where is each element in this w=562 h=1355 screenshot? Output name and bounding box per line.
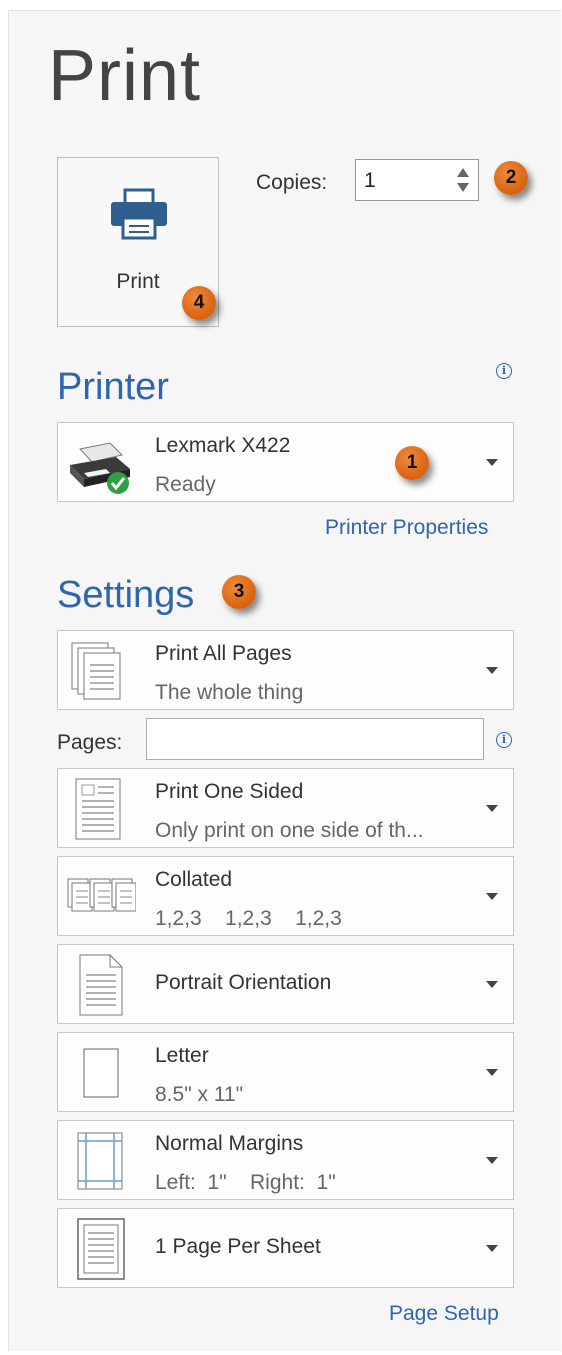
pages-per-sheet-select[interactable]: 1 Page Per Sheet [57,1208,514,1288]
copies-value: 1 [364,169,376,192]
copies-label: Copies: [256,171,328,194]
printer-heading: Printer [57,366,169,408]
printer-icon [111,188,167,240]
printer-ready-icon [70,442,130,494]
printer-select[interactable]: Lexmark X422 Ready [57,422,514,502]
pages-per-sheet-title: 1 Page Per Sheet [155,1235,321,1258]
callout-badge-2: 2 [494,161,528,195]
printer-properties-link[interactable]: Printer Properties [325,516,488,540]
pages-input[interactable] [146,718,484,760]
info-icon[interactable]: i [496,363,512,379]
collation-title: Collated [155,868,233,891]
sides-title: Print One Sided [155,780,304,803]
collated-icon [67,878,136,912]
page-title: Print [48,36,202,116]
chevron-down-icon [486,1245,498,1252]
paper-size-icon [83,1048,119,1098]
paper-size-title: Letter [155,1044,209,1067]
margins-title: Normal Margins [155,1132,304,1155]
pages-label: Pages: [57,731,123,754]
orientation-select[interactable]: Portrait Orientation [57,944,514,1024]
callout-badge-4: 4 [182,286,216,320]
pages-stack-icon [71,642,121,700]
chevron-down-icon [486,1069,498,1076]
orientation-title: Portrait Orientation [155,971,332,994]
margins-select[interactable]: Normal Margins Left: 1" Right: 1" [57,1120,514,1200]
collation-select[interactable]: Collated 1,2,3 1,2,3 1,2,3 [57,856,514,936]
print-range-subtitle: The whole thing [155,681,304,704]
chevron-down-icon [486,893,498,900]
chevron-down-icon [486,805,498,812]
info-icon[interactable]: i [496,732,512,748]
chevron-down-icon [486,981,498,988]
sides-select[interactable]: Print One Sided Only print on one side o… [57,768,514,848]
print-range-title: Print All Pages [155,642,292,665]
callout-badge-3: 3 [222,575,256,609]
spinner-arrows-icon[interactable] [456,165,470,195]
paper-size-select[interactable]: Letter 8.5" x 11" [57,1032,514,1112]
callout-badge-1: 1 [395,446,429,480]
one-sided-icon [75,778,121,840]
page-setup-link[interactable]: Page Setup [389,1302,499,1326]
chevron-down-icon [486,667,498,674]
print-range-select[interactable]: Print All Pages The whole thing [57,630,514,710]
margins-icon [77,1132,123,1190]
settings-heading: Settings [57,574,195,616]
page-per-sheet-icon [77,1218,125,1280]
copies-input[interactable]: 1 [355,159,479,201]
paper-size-subtitle: 8.5" x 11" [155,1083,244,1106]
printer-name: Lexmark X422 [155,434,291,457]
chevron-down-icon [486,1157,498,1164]
margins-subtitle: Left: 1" Right: 1" [155,1171,336,1194]
portrait-icon [79,954,123,1016]
collation-subtitle: 1,2,3 1,2,3 1,2,3 [155,907,342,930]
sides-subtitle: Only print on one side of th... [155,819,424,842]
printer-status: Ready [155,473,216,496]
chevron-down-icon [486,459,498,466]
